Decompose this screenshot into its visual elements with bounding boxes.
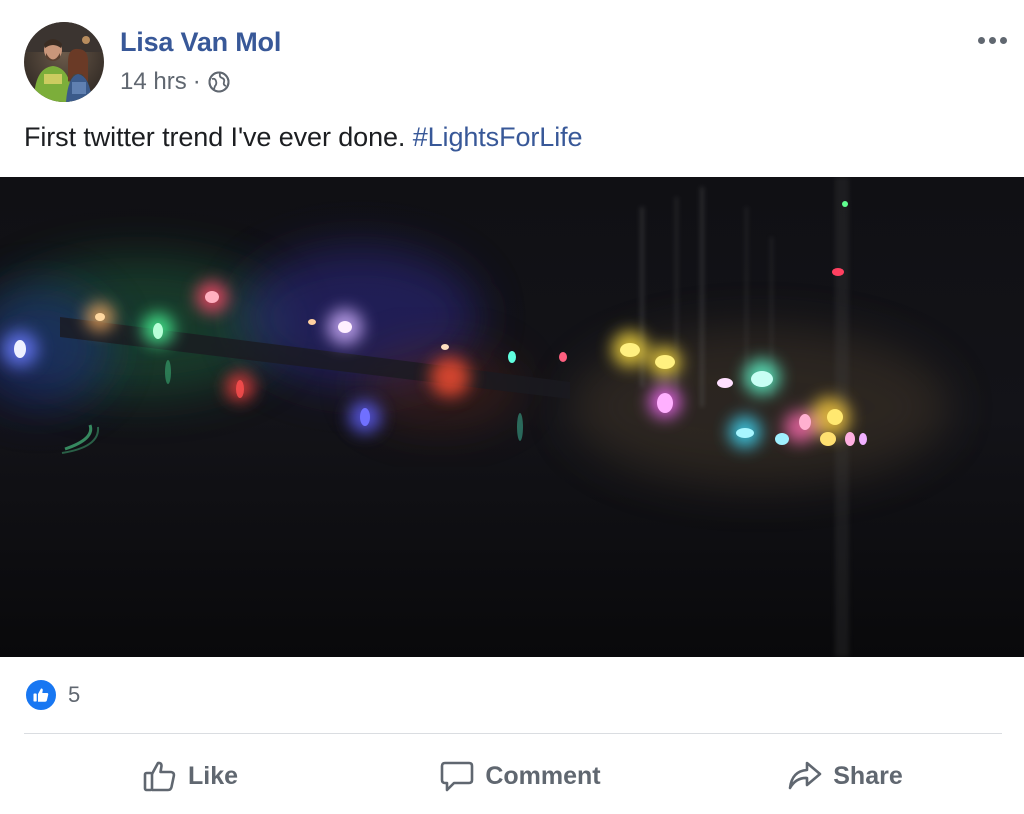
like-reaction-icon bbox=[24, 678, 58, 712]
comment-label: Comment bbox=[485, 761, 601, 790]
author-avatar[interactable] bbox=[24, 22, 104, 102]
action-divider bbox=[24, 733, 1002, 734]
meta-separator: · bbox=[192, 68, 201, 95]
post-text: First twitter trend I've ever done. bbox=[24, 122, 406, 152]
reactions-summary[interactable]: 5 bbox=[24, 678, 80, 712]
reaction-count: 5 bbox=[68, 682, 81, 707]
author-name[interactable]: Lisa Van Mol bbox=[120, 27, 281, 58]
comment-button[interactable]: Comment bbox=[420, 748, 620, 804]
like-label: Like bbox=[187, 761, 239, 790]
post-timestamp[interactable]: 14 hrs bbox=[120, 68, 187, 96]
post-message: First twitter trend I've ever done. #Lig… bbox=[24, 122, 583, 153]
post-meta: 14 hrs · bbox=[120, 68, 230, 96]
hashtag-link[interactable]: #LightsForLife bbox=[413, 122, 583, 152]
share-button[interactable]: Share bbox=[770, 748, 920, 804]
thumbs-up-icon bbox=[142, 758, 178, 794]
like-button[interactable]: Like bbox=[120, 748, 260, 804]
more-options-icon[interactable] bbox=[972, 24, 1012, 56]
share-label: Share bbox=[833, 761, 903, 790]
globe-icon[interactable] bbox=[208, 71, 230, 93]
share-arrow-icon bbox=[787, 758, 823, 794]
facebook-post: Lisa Van Mol 14 hrs · First twitter tren… bbox=[0, 0, 1024, 814]
post-photo[interactable] bbox=[0, 177, 1024, 657]
comment-icon bbox=[439, 758, 475, 794]
